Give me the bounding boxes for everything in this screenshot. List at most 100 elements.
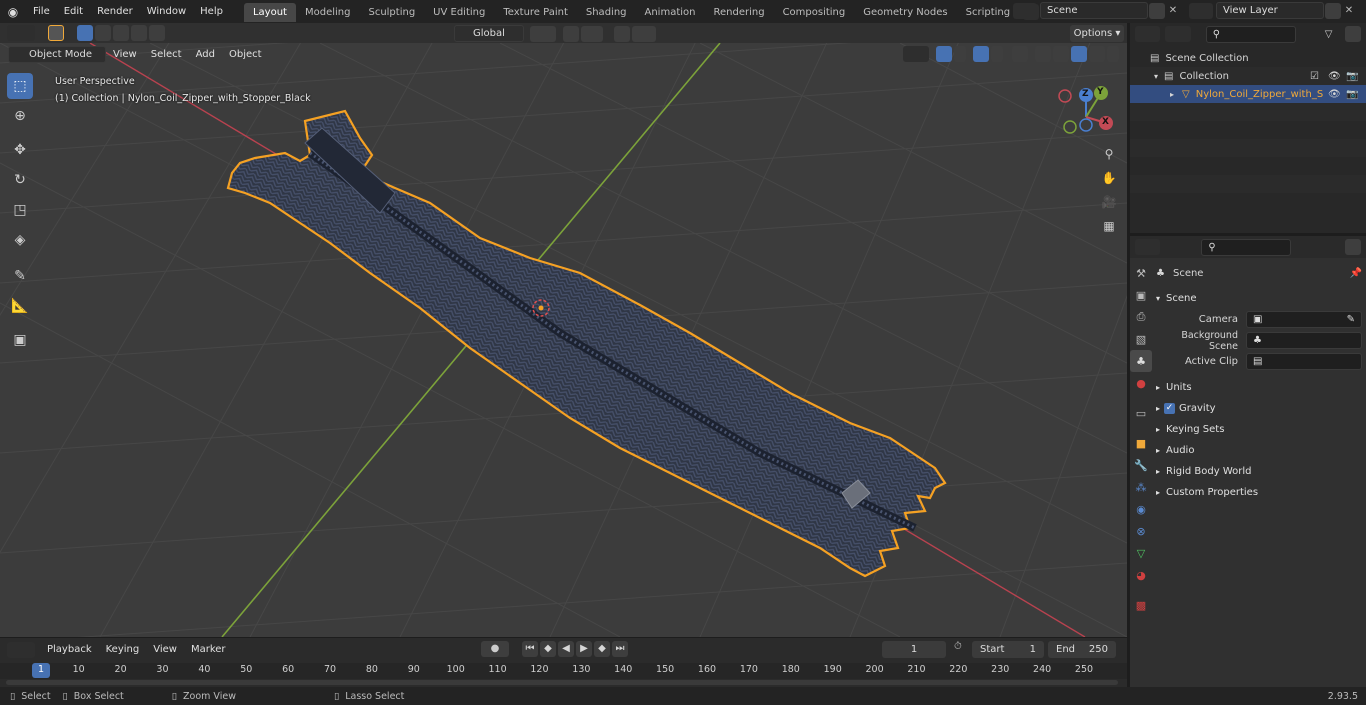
outliner-display-mode-icon[interactable]: [1165, 26, 1191, 42]
select-mode-extend-icon[interactable]: [95, 25, 111, 41]
timeline-editor-type-icon[interactable]: [7, 641, 35, 658]
viewport-menu-add[interactable]: Add: [189, 46, 222, 63]
select-mode-subtract-icon[interactable]: [113, 25, 129, 41]
output-tab-icon[interactable]: ⎙: [1130, 306, 1152, 328]
scene-collection-row[interactable]: ▤ Scene Collection: [1130, 49, 1366, 67]
blender-logo-icon[interactable]: ◉: [0, 5, 26, 19]
select-mode-invert-icon[interactable]: [131, 25, 147, 41]
view-layer-tab-icon[interactable]: ▧: [1130, 328, 1152, 350]
pivot-point-icon[interactable]: [530, 25, 556, 42]
menu-window[interactable]: Window: [140, 0, 193, 23]
zoom-icon[interactable]: ⚲: [1098, 143, 1120, 165]
timeline-menu-keying[interactable]: Keying: [99, 641, 147, 658]
cursor-tool-icon[interactable]: ⊕: [7, 103, 33, 129]
close-scene-icon[interactable]: ✕: [1166, 5, 1180, 16]
shading-rendered-icon[interactable]: [1089, 46, 1105, 62]
custom-properties-panel[interactable]: ▸ Custom Properties: [1156, 482, 1362, 503]
object-render-icon[interactable]: 📷: [1346, 89, 1358, 100]
play-icon[interactable]: ▶: [576, 641, 592, 657]
camera-field[interactable]: ▣ ✎: [1246, 311, 1362, 328]
play-reverse-icon[interactable]: ◀: [558, 641, 574, 657]
snap-target-icon[interactable]: [581, 25, 603, 42]
collection-render-icon[interactable]: 📷: [1346, 71, 1358, 82]
tab-texture-paint[interactable]: Texture Paint: [494, 3, 577, 22]
mode-dropdown[interactable]: Object Mode: [8, 46, 106, 63]
shading-wireframe-icon[interactable]: [1035, 46, 1051, 62]
eyedropper-icon[interactable]: ✎: [1347, 312, 1355, 327]
rotate-tool-icon[interactable]: ↻: [7, 167, 33, 193]
filter-icon[interactable]: ▽: [1318, 29, 1339, 40]
outliner-editor-type-icon[interactable]: [1135, 26, 1161, 42]
3d-viewport[interactable]: ⬚ ⊕ ✥ ↻ ◳ ◈ ✎ 📐 ▣ User Perspective (1) C…: [0, 43, 1127, 637]
transform-orientation-dropdown[interactable]: Global: [454, 25, 524, 42]
collection-checkbox-icon[interactable]: ☑: [1310, 71, 1319, 82]
prev-keyframe-icon[interactable]: ◆: [540, 641, 556, 657]
pan-hand-icon[interactable]: ✋: [1098, 167, 1120, 189]
overlays-toggle-icon[interactable]: [973, 46, 989, 62]
object-tab-icon[interactable]: ■: [1130, 432, 1152, 454]
outliner-object-row[interactable]: ▸ ▽ Nylon_Coil_Zipper_with_S 👁 📷: [1130, 85, 1366, 103]
new-view-layer-icon[interactable]: [1325, 2, 1341, 19]
shading-dropdown-icon[interactable]: [1107, 46, 1119, 62]
snap-icon[interactable]: [563, 25, 579, 42]
navigation-gizmo[interactable]: Z Y X: [1058, 81, 1118, 141]
scene-icon[interactable]: [1013, 2, 1037, 19]
move-tool-icon[interactable]: ✥: [7, 137, 33, 163]
gizmo-dropdown-icon[interactable]: [954, 46, 966, 62]
background-scene-field[interactable]: ♣: [1246, 332, 1362, 349]
editor-type-icon[interactable]: [7, 25, 35, 41]
tab-sculpting[interactable]: Sculpting: [359, 3, 424, 22]
texture-tab-icon[interactable]: ▩: [1130, 594, 1152, 616]
tab-compositing[interactable]: Compositing: [774, 3, 855, 22]
rigid-body-world-panel[interactable]: ▸ Rigid Body World: [1156, 461, 1362, 482]
collection-row[interactable]: ▾ ▤ Collection ☑ 👁 📷: [1130, 67, 1366, 85]
properties-search-input[interactable]: ⚲: [1201, 238, 1292, 256]
xray-toggle-icon[interactable]: [1012, 46, 1028, 62]
render-tab-icon[interactable]: ▣: [1130, 284, 1152, 306]
scene-name-field[interactable]: Scene: [1040, 2, 1148, 19]
jump-end-icon[interactable]: ⏭: [612, 641, 628, 657]
tab-modeling[interactable]: Modeling: [296, 3, 360, 22]
scale-tool-icon[interactable]: ◳: [7, 197, 33, 223]
object-visibility-icon[interactable]: 👁: [1328, 89, 1341, 100]
viewport-menu-object[interactable]: Object: [222, 46, 269, 63]
jump-start-icon[interactable]: ⏮: [522, 641, 538, 657]
menu-help[interactable]: Help: [193, 0, 230, 23]
select-tool-icon[interactable]: [48, 25, 64, 41]
measure-tool-icon[interactable]: 📐: [7, 293, 33, 319]
proportional-edit-icon[interactable]: [614, 25, 630, 42]
world-tab-icon[interactable]: ●: [1130, 372, 1152, 394]
select-mode-new-icon[interactable]: [77, 25, 93, 41]
new-scene-icon[interactable]: [1149, 2, 1165, 19]
menu-render[interactable]: Render: [90, 0, 140, 23]
timeline-ruler[interactable]: 1 10 20 30 40 50 60 70 80 90 100 110 120 130 140 150 160…: [0, 663, 1127, 679]
select-box-tool-icon[interactable]: ⬚: [7, 73, 33, 99]
expand-arrow-icon[interactable]: ▸: [1170, 90, 1174, 99]
options-button[interactable]: Options ▾: [1070, 25, 1124, 42]
select-mode-intersect-icon[interactable]: [149, 25, 165, 41]
shading-material-icon[interactable]: [1071, 46, 1087, 62]
pin-icon[interactable]: 📌: [1350, 268, 1362, 279]
menu-file[interactable]: File: [26, 0, 57, 23]
viewport-menu-view[interactable]: View: [106, 46, 144, 63]
add-cube-tool-icon[interactable]: ▣: [7, 327, 33, 353]
scene-tab-icon[interactable]: ♣: [1130, 350, 1152, 372]
view-layer-field[interactable]: View Layer: [1216, 2, 1324, 19]
overlays-dropdown-icon[interactable]: [991, 46, 1003, 62]
timeline-menu-marker[interactable]: Marker: [184, 641, 233, 658]
current-frame-field[interactable]: 1: [882, 641, 946, 658]
particles-tab-icon[interactable]: ⁂: [1130, 476, 1152, 498]
audio-panel[interactable]: ▸ Audio: [1156, 440, 1362, 461]
close-view-layer-icon[interactable]: ✕: [1342, 5, 1356, 16]
timeline-menu-view[interactable]: View: [146, 641, 184, 658]
timeline-menu-playback[interactable]: Playback: [40, 641, 99, 658]
start-frame-field[interactable]: Start 1: [972, 641, 1044, 658]
tab-uv-editing[interactable]: UV Editing: [424, 3, 494, 22]
timeline-scrollbar[interactable]: [6, 680, 1118, 685]
collection-tab-icon[interactable]: ▭: [1130, 402, 1152, 424]
transform-tool-icon[interactable]: ◈: [7, 227, 33, 253]
gravity-panel[interactable]: ▸ ✓ Gravity: [1156, 398, 1362, 419]
menu-edit[interactable]: Edit: [57, 0, 90, 23]
new-collection-icon[interactable]: [1345, 26, 1361, 42]
outliner-search-input[interactable]: ⚲: [1205, 25, 1296, 43]
